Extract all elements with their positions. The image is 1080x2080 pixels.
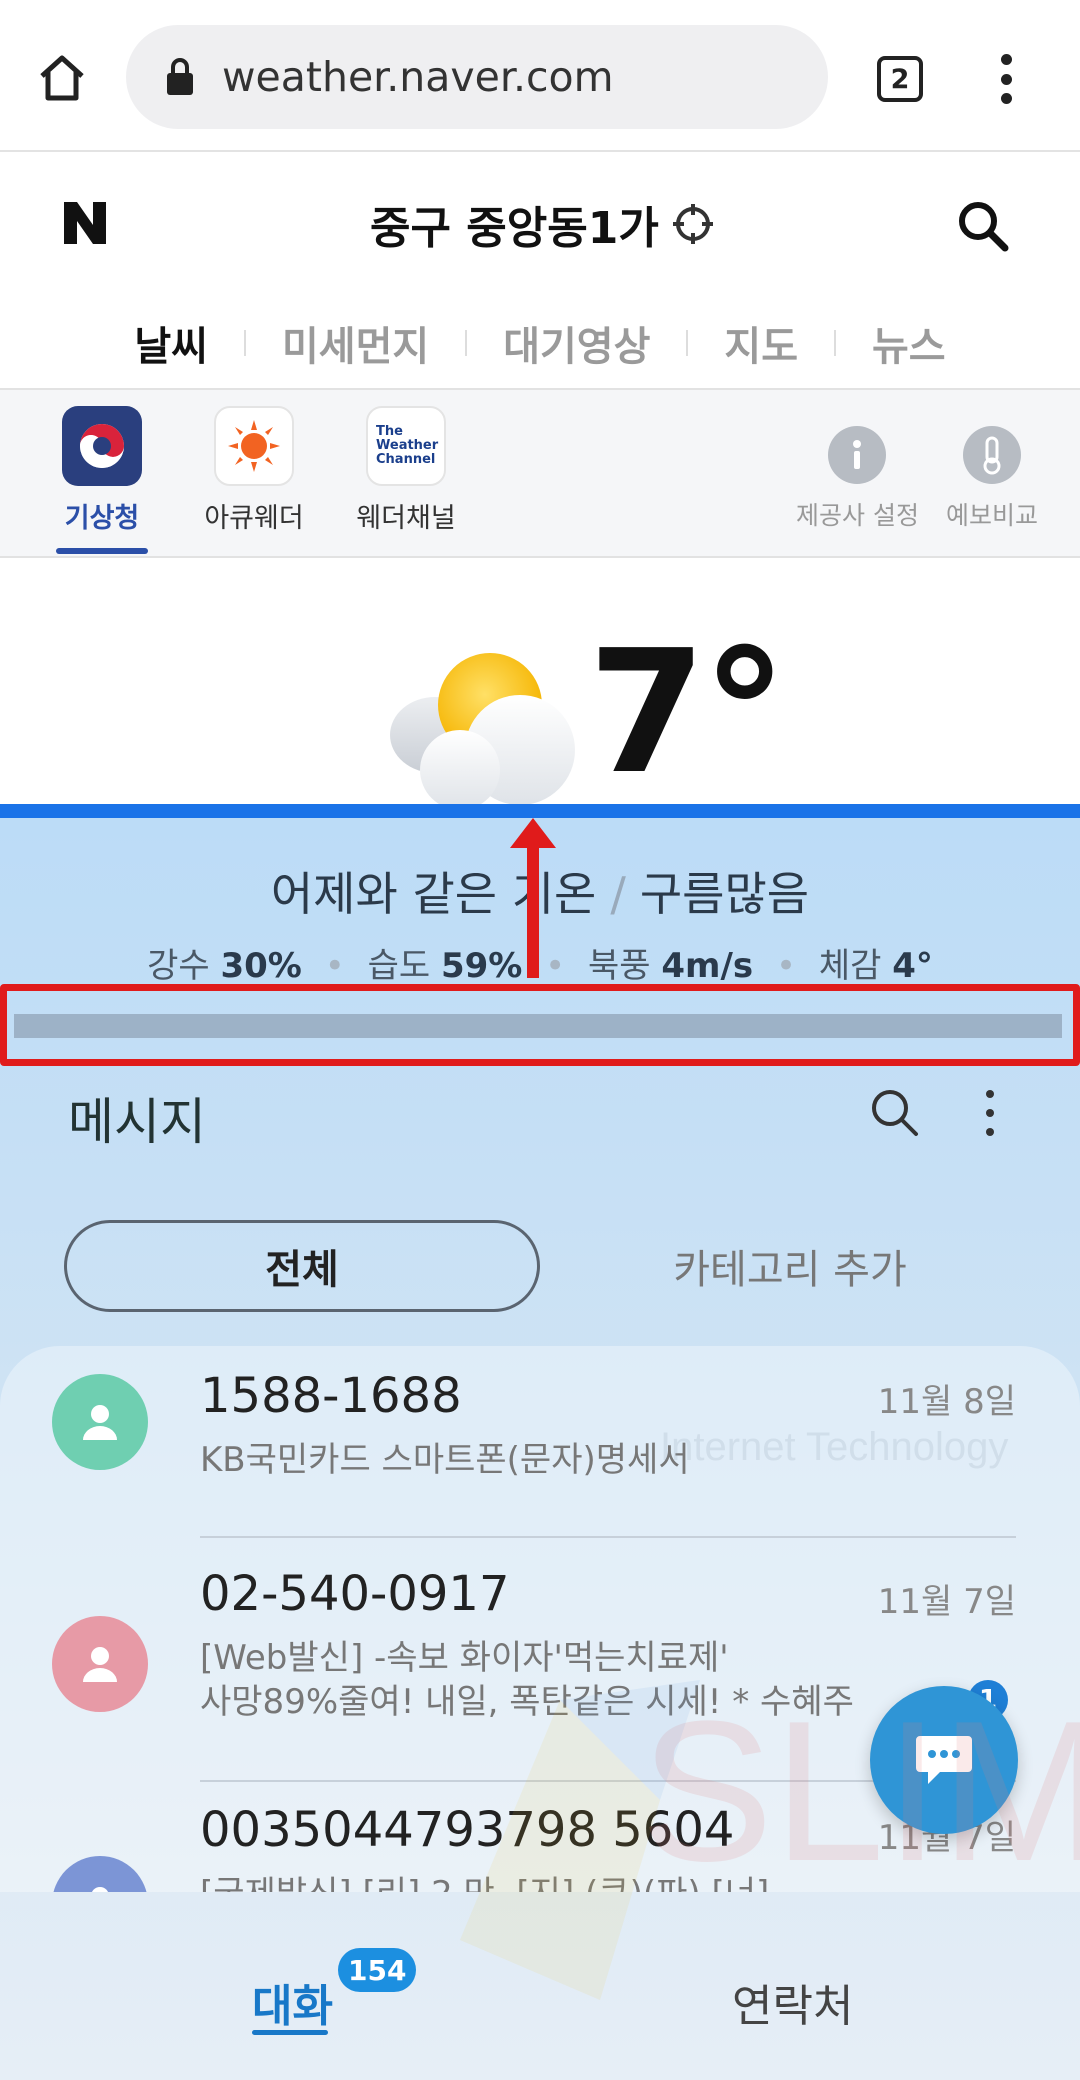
kma-logo xyxy=(62,406,142,486)
message-preview-line2: 사망89%줄여! 내일, 폭탄같은 시세! * 수혜주 xyxy=(200,1682,854,1722)
red-arrow-annotation xyxy=(510,818,556,978)
current-temperature: 7° xyxy=(588,614,787,812)
new-message-button[interactable] xyxy=(870,1686,1018,1834)
provider-kma[interactable]: 기상청 xyxy=(42,406,162,535)
rain-value: 30% xyxy=(220,946,302,986)
tab-switcher-button[interactable]: 2 xyxy=(877,56,923,102)
tab-weather[interactable]: 날씨 xyxy=(98,314,244,372)
tab-fine-dust[interactable]: 미세먼지 xyxy=(246,314,465,372)
provider-weather-channel[interactable]: The Weather Channel 웨더채널 xyxy=(346,406,466,535)
partly-cloudy-icon xyxy=(380,640,610,810)
wind-value: 4m/s xyxy=(661,946,754,986)
browser-toolbar: weather.naver.com 2 xyxy=(0,0,1080,152)
weather-condition: 구름많음 xyxy=(639,867,810,921)
provider-label: 기상청 xyxy=(64,503,140,534)
address-bar[interactable]: weather.naver.com xyxy=(126,25,828,129)
search-icon[interactable] xyxy=(866,1084,922,1140)
more-options-icon[interactable] xyxy=(980,1090,1000,1136)
weather-channel-logo: The Weather Channel xyxy=(366,406,446,486)
message-preview: [Web발신] -속보 화이자'먹는치료제' xyxy=(200,1638,729,1678)
messages-bottom-nav: 대화 154 연락처 xyxy=(0,1894,1080,2080)
tab-add-category[interactable]: 카테고리 추가 xyxy=(640,1220,940,1312)
accuweather-logo xyxy=(214,406,294,486)
list-divider xyxy=(200,1536,1016,1538)
red-highlight-annotation xyxy=(0,984,1080,1066)
browser-menu-icon[interactable] xyxy=(988,54,1024,104)
active-provider-indicator xyxy=(56,548,148,554)
provider-accuweather[interactable]: 아큐웨더 xyxy=(194,406,314,535)
weather-main-tabs: 날씨 미세먼지 대기영상 지도 뉴스 xyxy=(0,300,1080,386)
feels-like-value: 4° xyxy=(892,946,933,986)
accent-divider xyxy=(0,804,1080,818)
tab-satellite[interactable]: 대기영상 xyxy=(467,314,686,372)
provider-selector: 기상청 아큐웨더 The Weather Channel 웨더채널 제공사 설정… xyxy=(0,388,1080,558)
avatar xyxy=(52,1616,148,1712)
active-tab-indicator xyxy=(252,2030,328,2035)
naver-logo[interactable] xyxy=(60,198,110,248)
url-text: weather.naver.com xyxy=(222,53,614,101)
sender-name: 0035044793798 5604 xyxy=(200,1802,735,1858)
nav-chats-tab[interactable]: 대화 xyxy=(252,1970,333,2034)
search-icon[interactable] xyxy=(955,198,1011,254)
location-name: 중구 중앙동1가 xyxy=(370,203,659,254)
messages-title: 메시지 xyxy=(68,1093,206,1151)
message-date: 11월 7일 xyxy=(877,1582,1016,1622)
message-date: 11월 8일 xyxy=(877,1382,1016,1422)
lock-icon xyxy=(162,55,198,99)
sender-name: 02-540-0917 xyxy=(200,1566,510,1622)
message-preview: KB국민카드 스마트폰(문자)명세서 xyxy=(200,1440,690,1480)
message-preview: [국제발신] [리] 2 만, [지] (큐)(파) [너] xyxy=(200,1872,769,1892)
sender-name: 1588-1688 xyxy=(200,1368,462,1424)
forecast-compare-button[interactable]: 예보비교 xyxy=(946,426,1038,532)
unread-count-badge: 154 xyxy=(338,1948,417,1992)
messages-overlay: 어제와 같은 기온 / 구름많음 강수 30% • 습도 59% • 북풍 4m/s… xyxy=(0,818,1080,2080)
tab-all-messages[interactable]: 전체 xyxy=(64,1220,540,1312)
current-location-icon[interactable] xyxy=(671,202,715,246)
avatar xyxy=(52,1374,148,1470)
location-selector[interactable]: 중구 중앙동1가 xyxy=(370,192,715,256)
chat-bubble-icon xyxy=(916,1736,972,1784)
avatar xyxy=(52,1856,148,1892)
info-icon xyxy=(828,426,887,484)
tab-news[interactable]: 뉴스 xyxy=(836,314,982,372)
home-icon[interactable] xyxy=(30,46,94,110)
nav-contacts-tab[interactable]: 연락처 xyxy=(732,1970,853,2034)
provider-settings-button[interactable]: 제공사 설정 xyxy=(796,426,919,532)
tab-map[interactable]: 지도 xyxy=(688,314,834,372)
thermometer-icon xyxy=(963,426,1021,484)
provider-label: 웨더채널 xyxy=(356,503,456,534)
provider-label: 아큐웨더 xyxy=(204,503,304,534)
